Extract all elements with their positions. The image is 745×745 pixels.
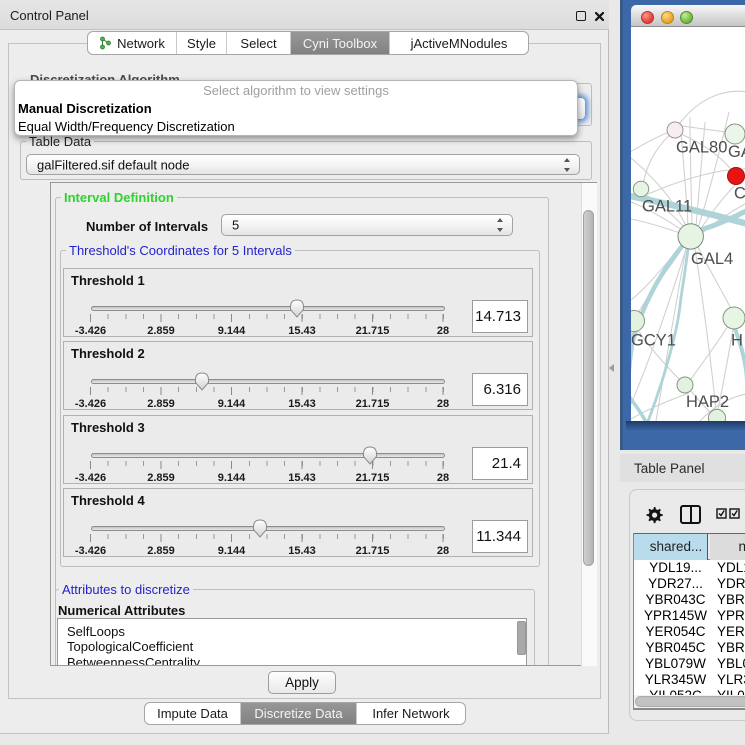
svg-text:GCY1: GCY1 [631,332,676,350]
svg-text:GAL4: GAL4 [691,250,733,268]
svg-text:GAL11: GAL11 [642,198,692,216]
svg-text:GA: GA [728,143,745,161]
svg-text:H: H [731,332,743,350]
svg-text:GAL80: GAL80 [676,139,727,157]
svg-text:C: C [734,185,745,203]
svg-text:HAP2: HAP2 [686,393,729,411]
